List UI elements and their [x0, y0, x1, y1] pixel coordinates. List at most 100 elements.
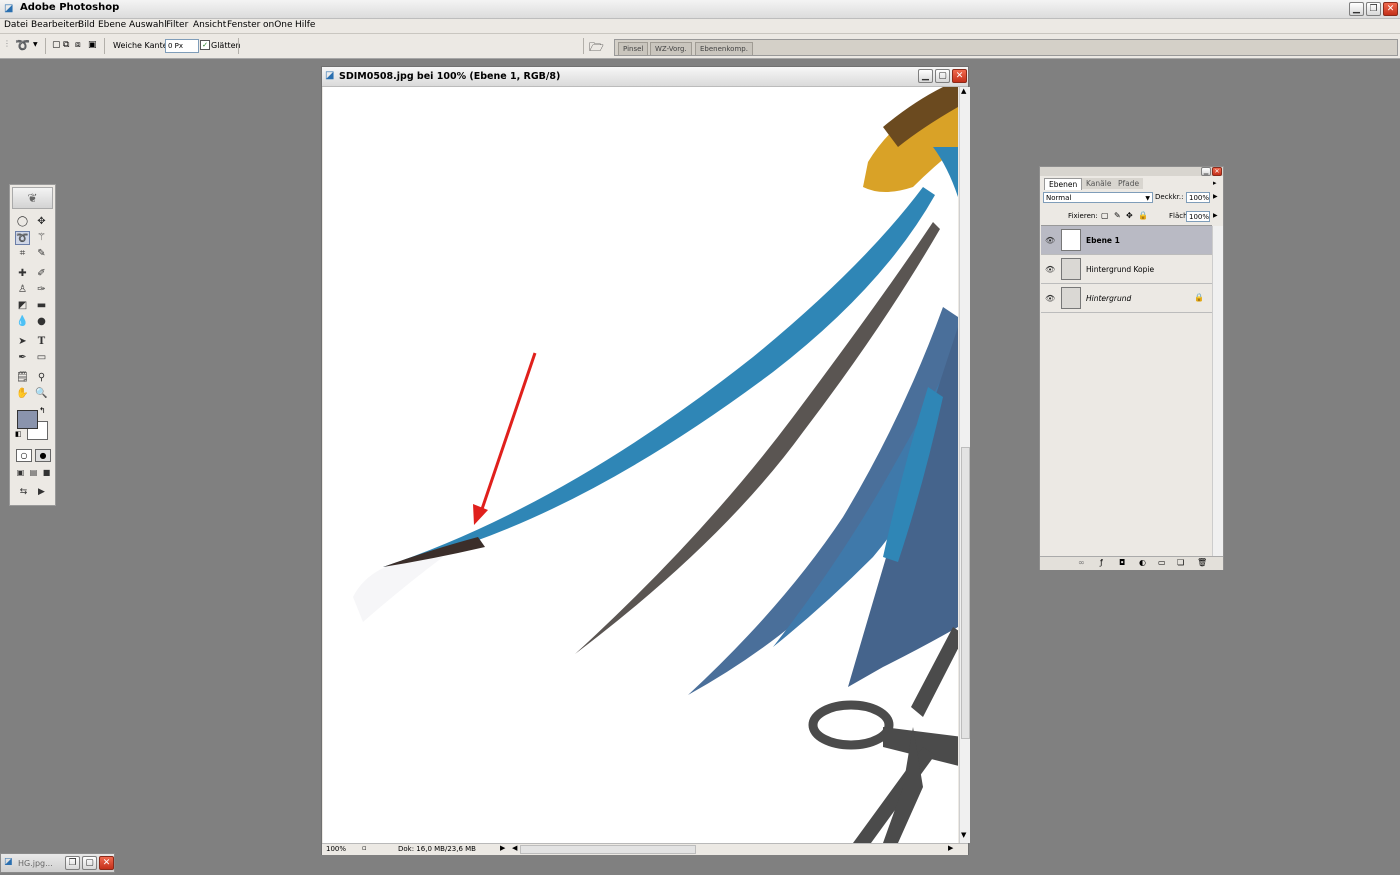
panel-menu-icon[interactable]: ▸	[1213, 179, 1217, 187]
zoom-level[interactable]: 100%	[326, 845, 346, 853]
eye-icon[interactable]: 👁	[1045, 236, 1055, 245]
menu-hilfe[interactable]: Hilfe	[295, 20, 315, 30]
vertical-scrollbar[interactable]: ▲ ▼	[959, 87, 970, 843]
fill-arrow-icon[interactable]: ▶	[1213, 212, 1218, 219]
scroll-down-icon[interactable]: ▼	[961, 831, 966, 839]
add-selection-icon[interactable]: ⧉	[63, 40, 69, 50]
minimize-icon[interactable]: ▁	[1349, 2, 1364, 16]
link-icon[interactable]: ∞	[1078, 558, 1085, 567]
history-brush-icon[interactable]: ✑	[34, 283, 49, 297]
eye-icon[interactable]: 👁	[1045, 294, 1055, 303]
lock-pixels-icon[interactable]: ✎	[1114, 211, 1121, 220]
menu-bild[interactable]: Bild	[78, 20, 95, 30]
menu-fenster[interactable]: Fenster	[227, 20, 260, 30]
new-selection-icon[interactable]: ▢	[52, 40, 61, 50]
status-arrow-icon[interactable]: ▶	[500, 844, 505, 852]
screen-mode-full-icon[interactable]: ■	[39, 466, 54, 480]
scroll-right-icon[interactable]: ▶	[948, 844, 953, 852]
default-colors-icon[interactable]: ◧	[15, 430, 22, 438]
panel-minimize-icon[interactable]: ▁	[1201, 167, 1211, 176]
menu-onone[interactable]: onOne	[263, 20, 293, 30]
layer-name[interactable]: Ebene 1	[1086, 236, 1120, 245]
path-select-icon[interactable]: ➤	[15, 335, 30, 349]
new-layer-icon[interactable]: ❏	[1177, 558, 1184, 567]
min-close-icon[interactable]: ✕	[99, 856, 114, 870]
lock-position-icon[interactable]: ✥	[1126, 211, 1133, 220]
min-restore-icon[interactable]: ❐	[65, 856, 80, 870]
close-icon[interactable]: ✕	[1383, 2, 1398, 16]
healing-brush-icon[interactable]: ✚	[15, 267, 30, 281]
magic-wand-icon[interactable]: ⚚	[34, 231, 49, 245]
slice-icon[interactable]: ✎	[34, 247, 49, 261]
restore-icon[interactable]: ❐	[1366, 2, 1381, 16]
blend-mode-select[interactable]: Normal ▼	[1043, 192, 1153, 203]
quickmask-mode-icon[interactable]: ●	[35, 449, 51, 462]
move-icon[interactable]: ✥	[34, 215, 49, 229]
eye-icon[interactable]: 👁	[1045, 265, 1055, 274]
lasso-preset-icon[interactable]: ➰	[15, 38, 30, 52]
zoom-icon[interactable]: 🔍	[34, 387, 49, 401]
layer-name[interactable]: Hintergrund Kopie	[1086, 265, 1154, 274]
minimized-document[interactable]: ◪ HG.jpg... ❐ ▢ ✕	[0, 853, 115, 873]
layer-row-hintergrund-kopie[interactable]: 👁 Hintergrund Kopie	[1041, 255, 1212, 284]
well-tab-pinsel[interactable]: Pinsel	[618, 42, 649, 55]
layer-style-icon[interactable]: ƒ	[1100, 558, 1103, 567]
doc-minimize-icon[interactable]: ▁	[918, 69, 933, 83]
tab-ebenen[interactable]: Ebenen	[1044, 178, 1083, 190]
intersect-selection-icon[interactable]: ▣	[88, 40, 97, 50]
trash-icon[interactable]: 🗑	[1197, 558, 1207, 567]
type-icon[interactable]: T	[34, 335, 49, 349]
brush-icon[interactable]: ✐	[34, 267, 49, 281]
opacity-arrow-icon[interactable]: ▶	[1213, 193, 1218, 200]
hand-icon[interactable]: ✋	[15, 387, 30, 401]
eyedropper-icon[interactable]: ⚲	[34, 371, 49, 385]
menu-filter[interactable]: Filter	[166, 20, 188, 30]
min-maximize-icon[interactable]: ▢	[82, 856, 97, 870]
menu-auswahl[interactable]: Auswahl	[129, 20, 167, 30]
lock-transparency-icon[interactable]: ▢	[1101, 211, 1109, 220]
swap-colors-icon[interactable]: ↰	[39, 406, 46, 415]
feather-input[interactable]: 0 Px	[165, 39, 199, 53]
menu-ansicht[interactable]: Ansicht	[193, 20, 226, 30]
dodge-icon[interactable]: ●	[34, 315, 49, 329]
crop-icon[interactable]: ⌗	[15, 247, 30, 261]
layer-row-hintergrund[interactable]: 👁 Hintergrund 🔒	[1041, 284, 1212, 313]
opacity-input[interactable]: 100%	[1186, 192, 1210, 203]
status-menu-icon[interactable]: ▫	[362, 844, 367, 852]
chevron-down-icon[interactable]: ▼	[33, 41, 38, 48]
lock-all-icon[interactable]: 🔒	[1138, 211, 1148, 220]
imageready-icon[interactable]: ▶	[34, 485, 49, 499]
menu-bearbeiten[interactable]: Bearbeiten	[31, 20, 80, 30]
image-canvas[interactable]	[323, 87, 958, 843]
doc-close-icon[interactable]: ✕	[952, 69, 967, 83]
foreground-color-swatch[interactable]	[17, 410, 38, 429]
scroll-up-icon[interactable]: ▲	[961, 87, 966, 95]
doc-maximize-icon[interactable]: ▢	[935, 69, 950, 83]
gradient-icon[interactable]: ▬	[34, 299, 49, 313]
scroll-thumb[interactable]	[961, 447, 970, 739]
horizontal-scroll-thumb[interactable]	[520, 845, 696, 854]
blur-icon[interactable]: 💧	[15, 315, 30, 329]
layer-row-ebene-1[interactable]: 👁 Ebene 1	[1041, 226, 1212, 255]
well-tab-wz-vorg[interactable]: WZ-Vorg.	[650, 42, 692, 55]
new-group-icon[interactable]: ▭	[1158, 558, 1166, 567]
scroll-left-icon[interactable]: ◀	[512, 844, 517, 852]
eraser-icon[interactable]: ◩	[15, 299, 30, 313]
adjustment-layer-icon[interactable]: ◐	[1139, 558, 1146, 567]
file-browser-icon[interactable]: 🗁	[589, 38, 604, 59]
notes-icon[interactable]: 🗒	[15, 371, 30, 385]
antialias-checkbox[interactable]: ✓	[200, 40, 210, 50]
menu-ebene[interactable]: Ebene	[98, 20, 126, 30]
standard-mode-icon[interactable]: ○	[16, 449, 32, 462]
layer-mask-icon[interactable]: ◘	[1119, 558, 1125, 567]
jump-to-imageready-icon[interactable]: ⇆	[16, 485, 31, 499]
subtract-selection-icon[interactable]: ⧈	[75, 40, 81, 50]
well-tab-ebenenkomp[interactable]: Ebenenkomp.	[695, 42, 753, 55]
panel-close-icon[interactable]: ✕	[1212, 167, 1222, 176]
tab-pfade[interactable]: Pfade	[1114, 178, 1144, 189]
shape-icon[interactable]: ▭	[34, 351, 49, 365]
layers-scrollbar[interactable]	[1212, 226, 1223, 556]
lasso-icon[interactable]: ➰	[15, 231, 30, 245]
feather-logo-icon[interactable]: ❦	[12, 187, 53, 209]
pen-icon[interactable]: ✒	[15, 351, 30, 365]
